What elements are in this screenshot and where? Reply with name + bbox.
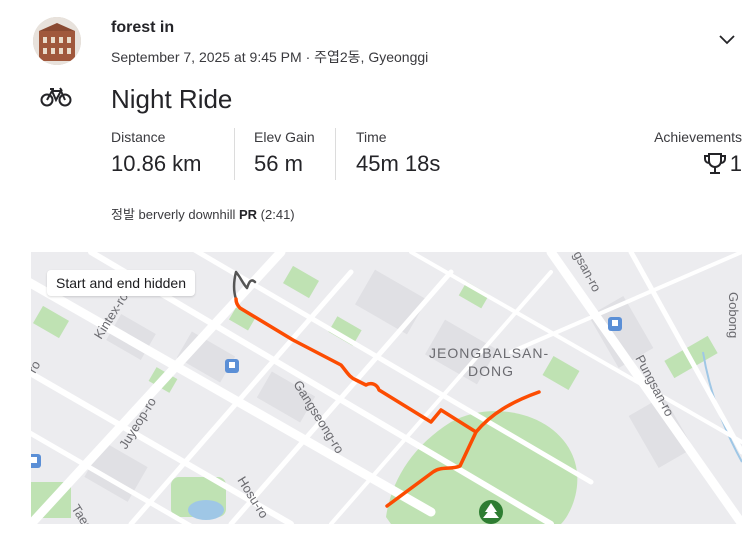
activity-datetime-location: September 7, 2025 at 9:45 PM · 주엽2동, Gye… [111,49,429,65]
stat-value: 10.86 km [111,151,202,176]
segment-pr: PR [238,207,258,222]
activity-title[interactable]: Night Ride [111,84,232,115]
stat-value: 56 m [254,151,303,176]
street-label-gobong: Gobong [726,292,741,338]
segment-effort[interactable]: 정발 berverly downhill PR (2:41) [111,204,295,223]
stat-value: 45m 18s [356,151,441,176]
athlete-name[interactable]: forest in [111,19,174,37]
stat-label: Elev Gain [254,129,315,145]
achievements-label: Achievements [654,129,742,145]
bicycle-icon [40,87,72,107]
stat-label: Time [356,129,387,145]
district-label: JEONGBALSAN- [429,345,549,361]
subway-icon [225,359,239,373]
stat-label: Distance [111,129,166,145]
stat-divider [234,128,235,180]
segment-name: 정발 berverly downhill [111,207,236,222]
subway-icon [31,454,41,468]
district-label: DONG [468,363,514,379]
chevron-down-icon[interactable] [716,28,738,50]
segment-time: (2:41) [260,207,295,222]
stat-distance: Distance 10.86 km [111,129,202,177]
subway-icon [608,317,622,331]
stat-time: Time 45m 18s [356,129,440,177]
tree-icon [479,500,503,524]
athlete-avatar[interactable] [33,17,81,65]
achievements-count: 1 [729,151,742,176]
stat-divider [335,128,336,180]
privacy-badge: Start and end hidden [47,270,195,296]
stat-elev-gain: Elev Gain 56 m [254,129,315,177]
achievements[interactable]: Achievements 1 [654,129,742,177]
trophy-icon [703,153,726,174]
